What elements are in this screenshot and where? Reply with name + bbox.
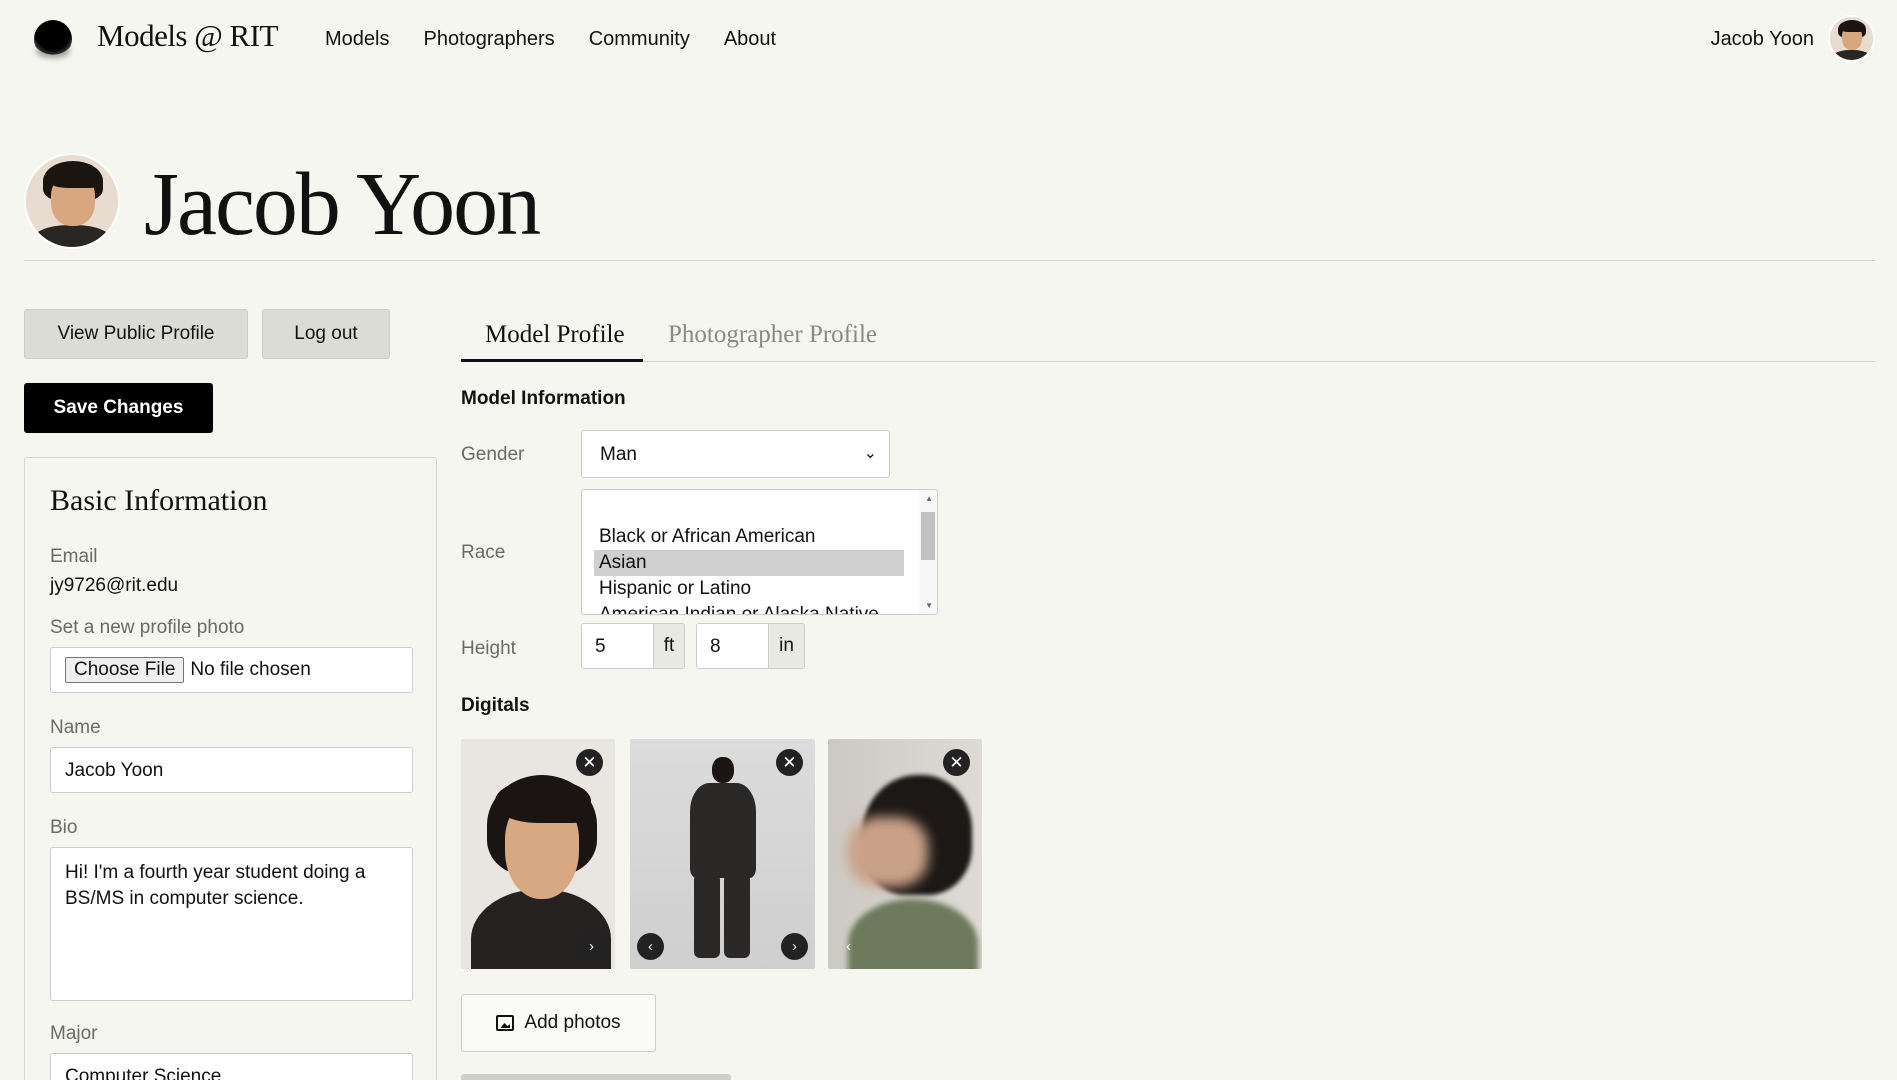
card-title: Basic Information <box>50 484 268 517</box>
photo-label: Set a new profile photo <box>50 617 245 638</box>
chevron-down-icon: ⌄ <box>863 445 877 462</box>
scroll-thumb[interactable] <box>921 512 935 560</box>
nav-link-about[interactable]: About <box>724 28 776 51</box>
file-status: No file chosen <box>190 659 311 680</box>
partial-button[interactable] <box>461 1074 731 1080</box>
height-label: Height <box>461 638 516 659</box>
previous-photo-2-button[interactable]: ‹ <box>637 933 664 960</box>
tab-model-profile[interactable]: Model Profile <box>485 321 625 349</box>
next-photo-1-button[interactable]: › <box>578 933 605 960</box>
height-feet-input[interactable]: 5 <box>581 623 654 669</box>
name-input[interactable]: Jacob Yoon <box>50 747 413 793</box>
height-feet-unit: ft <box>654 623 685 669</box>
logout-button[interactable]: Log out <box>262 309 390 359</box>
photo-subject-jacket <box>690 783 756 878</box>
nav-link-community[interactable]: Community <box>589 28 690 51</box>
digital-photo-2: ✕ ‹ › <box>630 739 815 969</box>
photo-subject-leg-left <box>694 874 720 958</box>
digital-photo-1: ✕ › <box>461 739 615 969</box>
digitals-title: Digitals <box>461 695 530 716</box>
view-public-profile-button[interactable]: View Public Profile <box>24 309 248 359</box>
choose-file-button[interactable]: Choose File <box>65 657 185 683</box>
scroll-up-icon[interactable]: ▲ <box>925 494 933 503</box>
major-input[interactable]: Computer Science <box>50 1053 413 1080</box>
remove-photo-3-button[interactable]: ✕ <box>943 749 970 776</box>
active-tab-indicator <box>461 359 643 362</box>
previous-photo-3-button[interactable]: ‹ <box>835 933 862 960</box>
race-option-selected[interactable]: Asian <box>594 550 904 576</box>
name-label: Name <box>50 717 101 738</box>
gender-select[interactable]: Man ⌄ <box>581 430 890 478</box>
nav-link-models[interactable]: Models <box>325 28 389 51</box>
brand-name[interactable]: Models @ RIT <box>97 18 278 54</box>
race-label: Race <box>461 542 506 563</box>
gender-value: Man <box>600 444 637 465</box>
race-option[interactable]: Hispanic or Latino <box>594 576 904 602</box>
height-inches-input[interactable]: 8 <box>696 623 769 669</box>
tab-photographer-profile[interactable]: Photographer Profile <box>668 321 877 349</box>
top-nav: Models @ RIT Models Photographers Commun… <box>0 0 1897 80</box>
add-photos-button[interactable]: Add photos <box>461 994 656 1052</box>
nav-avatar[interactable] <box>1828 15 1875 62</box>
photo-subject-leg-right <box>724 874 750 958</box>
scroll-down-icon[interactable]: ▼ <box>925 601 933 610</box>
remove-photo-1-button[interactable]: ✕ <box>576 749 603 776</box>
major-label: Major <box>50 1023 98 1044</box>
header-divider <box>24 260 1875 261</box>
bio-label: Bio <box>50 817 78 838</box>
nav-user-name[interactable]: Jacob Yoon <box>1711 28 1814 51</box>
photo-subject-body <box>848 899 978 969</box>
photo-subject-bangs <box>495 779 591 823</box>
tabs-divider <box>461 361 1875 362</box>
bio-textarea[interactable]: Hi! I'm a fourth year student doing a BS… <box>50 847 413 1001</box>
photo-subject-face <box>848 817 928 887</box>
digital-photo-3: ✕ ‹ <box>828 739 982 969</box>
save-changes-button[interactable]: Save Changes <box>24 383 213 433</box>
nav-link-photographers[interactable]: Photographers <box>423 28 554 51</box>
next-photo-2-button[interactable]: › <box>781 933 808 960</box>
height-inches-unit: in <box>769 623 805 669</box>
image-icon <box>496 1015 515 1031</box>
logo-icon[interactable] <box>34 20 72 58</box>
profile-photo-input: Choose File No file chosen <box>50 647 413 693</box>
race-listbox[interactable]: Black or African American Asian Hispanic… <box>581 489 938 615</box>
basic-information-card: Basic Information Email jy9726@rit.edu S… <box>24 457 437 1080</box>
email-label: Email <box>50 546 98 567</box>
email-value: jy9726@rit.edu <box>50 575 179 596</box>
page-title: Jacob Yoon <box>144 155 541 254</box>
race-scrollbar[interactable]: ▲ ▼ <box>919 490 937 614</box>
nav-links: Models Photographers Community About <box>325 28 776 51</box>
race-option[interactable]: Black or African American <box>594 524 904 550</box>
model-information-title: Model Information <box>461 388 626 409</box>
remove-photo-2-button[interactable]: ✕ <box>776 749 803 776</box>
add-photos-label: Add photos <box>524 1012 621 1033</box>
gender-label: Gender <box>461 444 525 465</box>
photo-subject-head <box>712 757 734 783</box>
profile-avatar <box>24 153 120 249</box>
race-option[interactable]: American Indian or Alaska Native <box>594 602 904 614</box>
